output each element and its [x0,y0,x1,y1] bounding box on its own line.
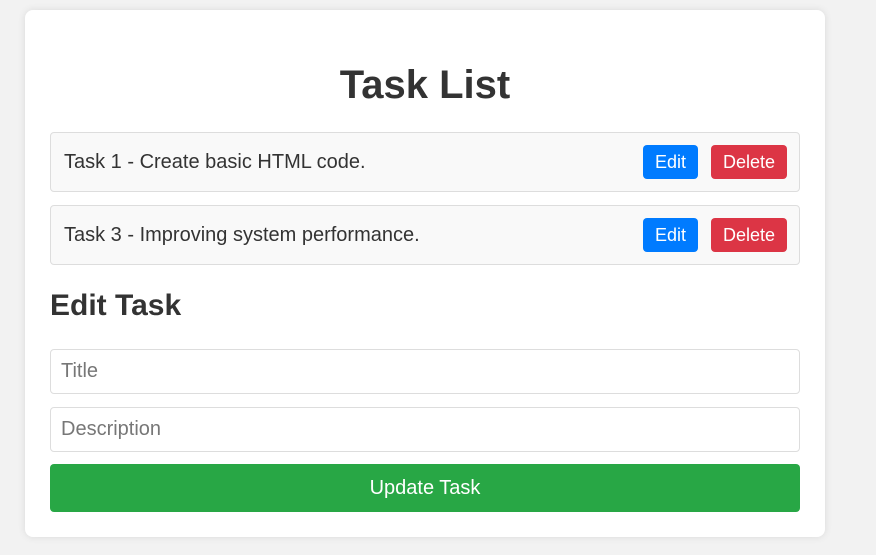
title-input[interactable] [50,349,800,394]
description-input[interactable] [50,407,800,452]
delete-button[interactable]: Delete [711,218,787,252]
delete-button[interactable]: Delete [711,145,787,179]
page-title: Task List [339,63,511,107]
task-text: Task 1 - Create basic HTML code. [64,151,366,173]
update-task-button[interactable]: Update Task [50,464,800,512]
task-card: Task List Task 1 - Create basic HTML cod… [25,10,825,537]
edit-button[interactable]: Edit [643,218,698,252]
task-text: Task 3 - Improving system performance. [64,224,420,246]
edit-task-heading: Edit Task [50,289,182,322]
task-item: Task 1 - Create basic HTML code. Edit De… [50,132,800,192]
edit-button[interactable]: Edit [643,145,698,179]
task-list: Task 1 - Create basic HTML code. Edit De… [50,132,800,278]
task-item: Task 3 - Improving system performance. E… [50,205,800,265]
